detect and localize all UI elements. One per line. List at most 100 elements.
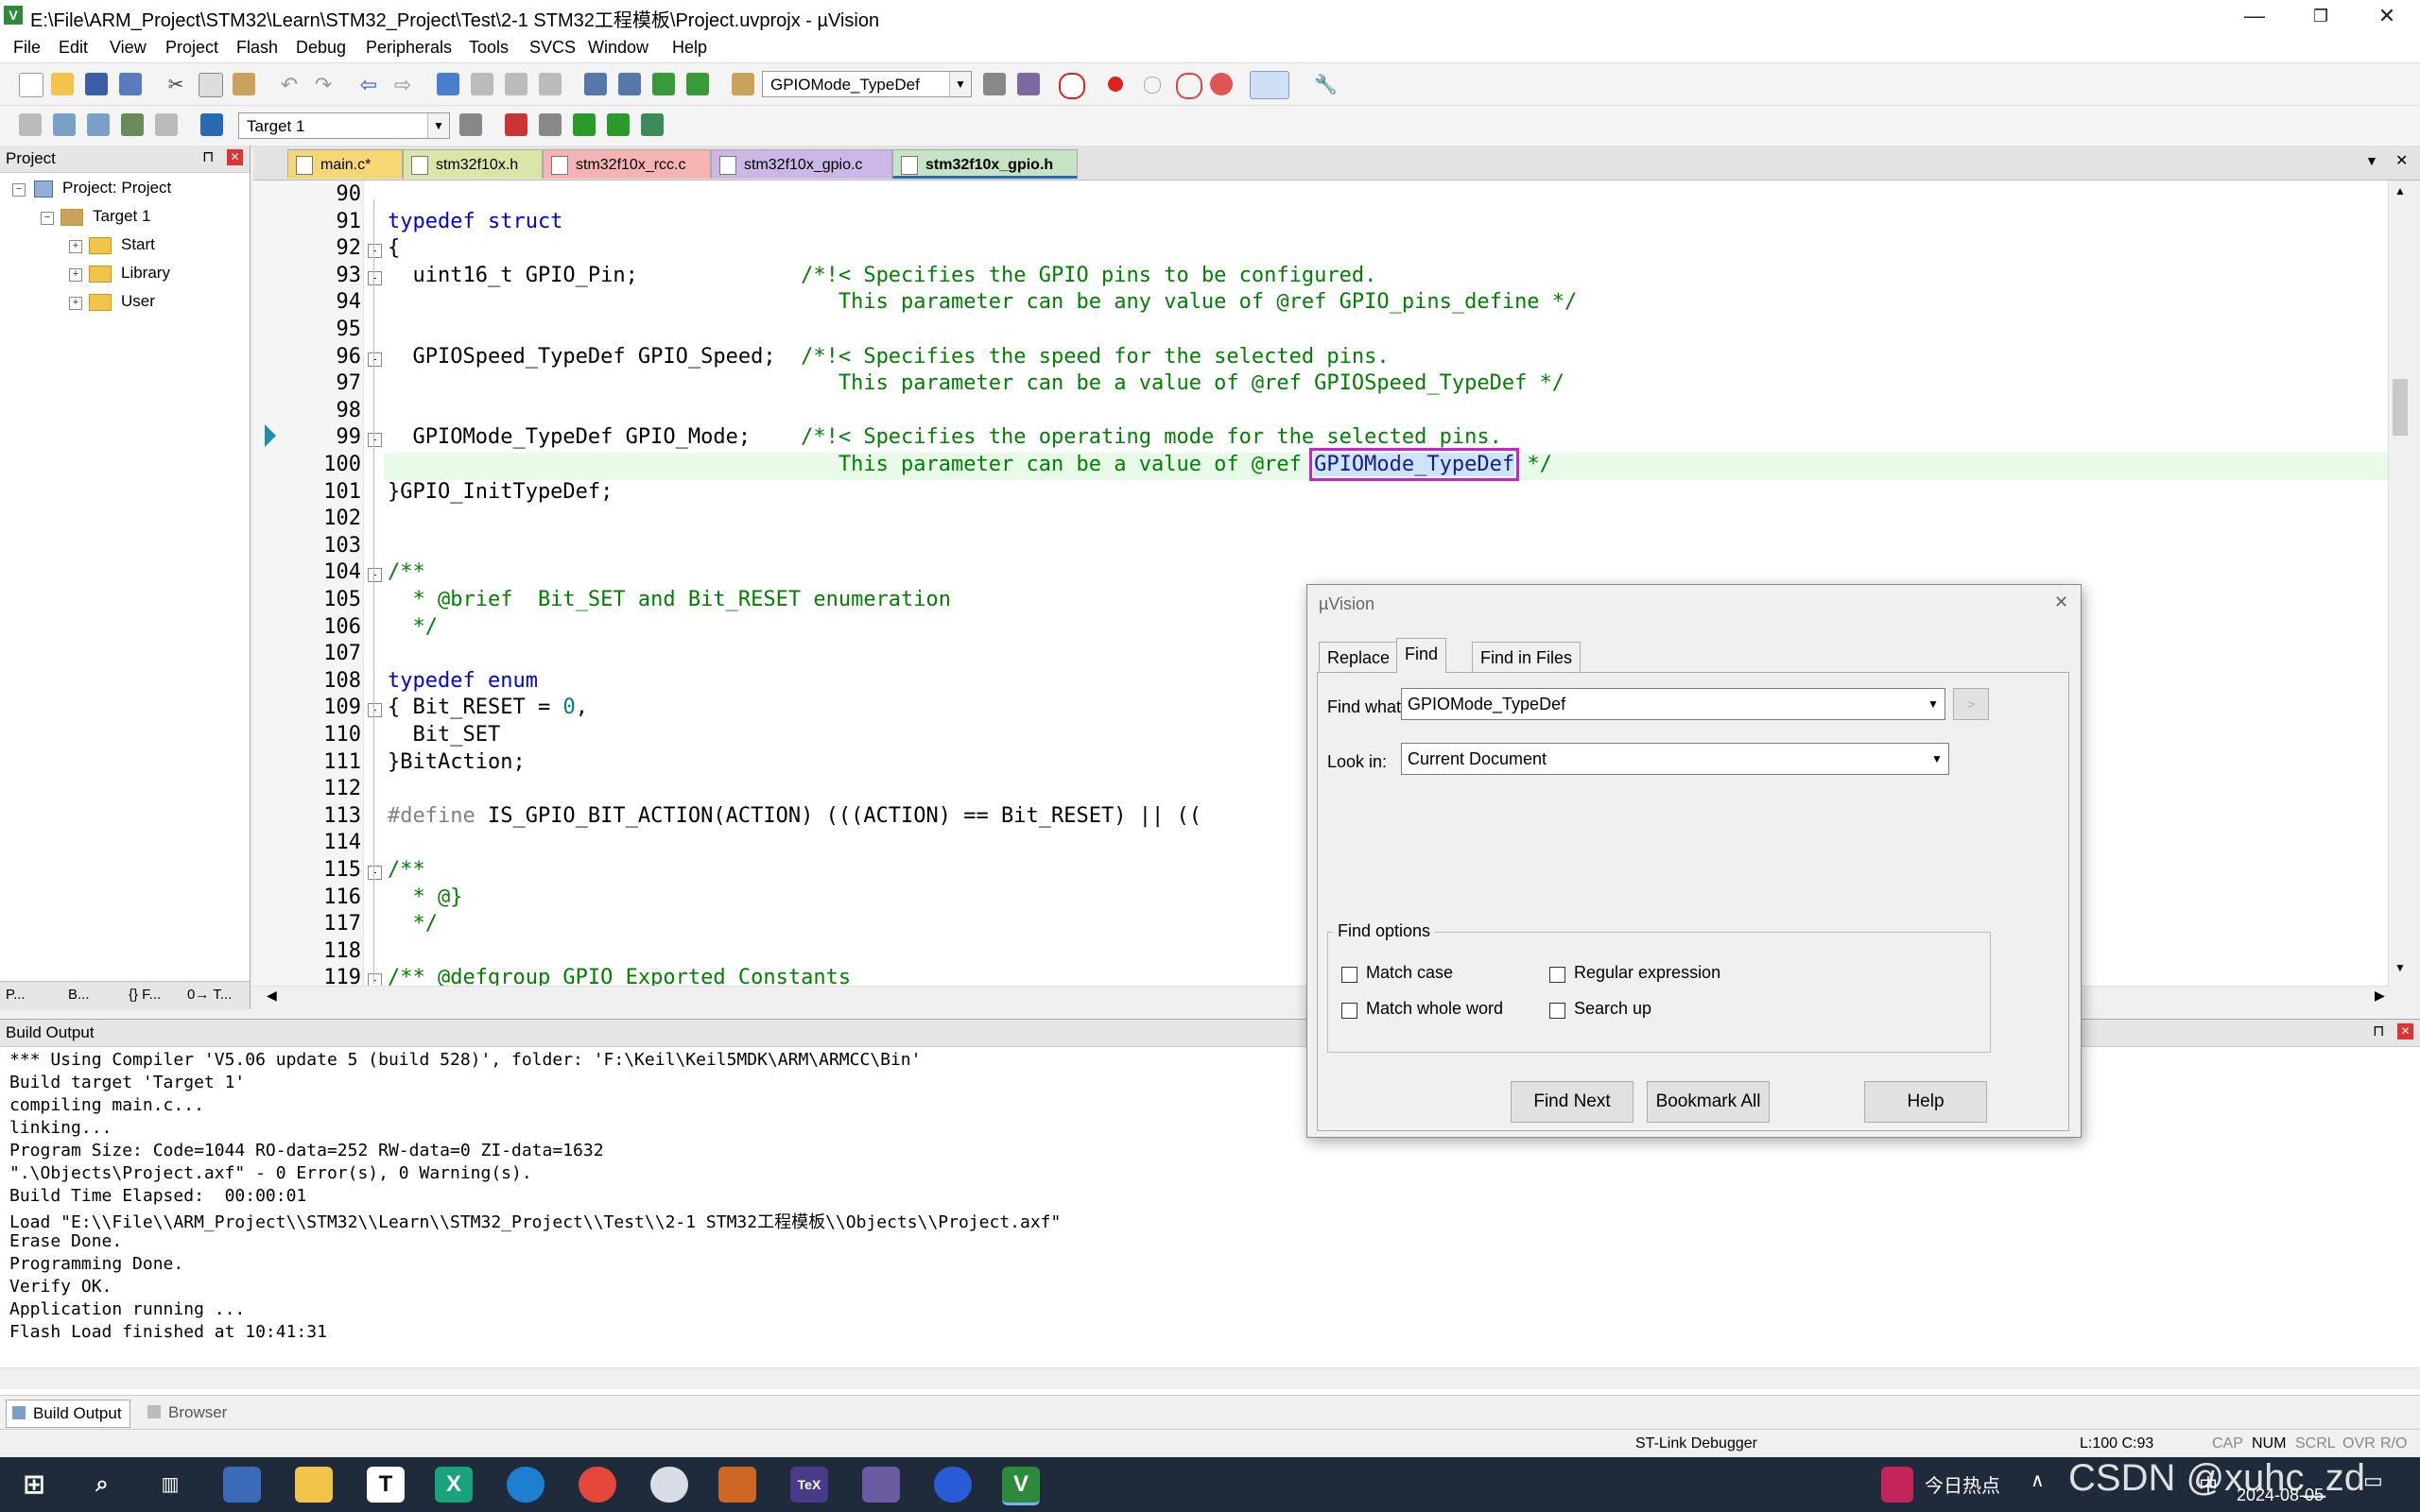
vertical-scrollbar[interactable]: ▲ ▼ bbox=[2388, 180, 2411, 986]
collapse-icon[interactable]: − bbox=[12, 183, 26, 197]
code-line[interactable]: This parameter can be any value of @ref … bbox=[388, 290, 1577, 314]
pin-icon[interactable]: ⊓ bbox=[202, 147, 214, 166]
hot-news-icon[interactable] bbox=[1881, 1467, 1913, 1503]
tab-stm32f10x-h[interactable]: stm32f10x.h bbox=[403, 149, 543, 179]
menu-help[interactable]: Help bbox=[672, 38, 707, 58]
code-line[interactable]: #define IS_GPIO_BIT_ACTION(ACTION) (((AC… bbox=[388, 804, 1201, 828]
tab-find[interactable]: Find bbox=[1396, 638, 1447, 673]
tab-replace[interactable]: Replace bbox=[1319, 642, 1399, 673]
find-combo[interactable]: GPIOMode_TypeDef ▼ bbox=[762, 71, 972, 97]
clear-bookmarks-icon[interactable] bbox=[539, 73, 562, 95]
prev-bookmark-icon[interactable] bbox=[471, 73, 493, 95]
scrollbar-thumb[interactable] bbox=[2393, 379, 2408, 436]
menu-debug[interactable]: Debug bbox=[296, 38, 346, 58]
find-what-input[interactable]: GPIOMode_TypeDef ▼ bbox=[1401, 688, 1945, 720]
chevron-left-icon[interactable]: ◀ bbox=[267, 988, 277, 1004]
find-next-button[interactable]: Find Next bbox=[1511, 1081, 1634, 1123]
target-combo[interactable]: Target 1 ▼ bbox=[238, 112, 450, 139]
find-in-files-icon[interactable] bbox=[732, 73, 754, 95]
tab-stm32f10x-gpio-h[interactable]: stm32f10x_gpio.h bbox=[892, 149, 1078, 179]
pin-icon[interactable]: ⊓ bbox=[2373, 1022, 2384, 1040]
code-line[interactable]: }GPIO_InitTypeDef; bbox=[388, 480, 613, 504]
tray-chevron-icon[interactable]: ∧ bbox=[2031, 1469, 2045, 1492]
edge-icon[interactable] bbox=[507, 1467, 544, 1503]
tab-main-c[interactable]: main.c* bbox=[287, 149, 403, 179]
help-button[interactable]: Help bbox=[1864, 1081, 1987, 1123]
nav-forward-icon[interactable]: ⇨ bbox=[391, 73, 414, 96]
copy-icon[interactable] bbox=[199, 73, 223, 97]
menu-peripherals[interactable]: Peripherals bbox=[366, 38, 452, 58]
menu-tools[interactable]: Tools bbox=[469, 38, 509, 58]
restore-button[interactable]: ❐ bbox=[2288, 0, 2354, 32]
find-icon[interactable] bbox=[983, 73, 1006, 95]
calculator-icon[interactable] bbox=[223, 1467, 261, 1503]
run-time-env-icon[interactable] bbox=[641, 113, 664, 136]
cloud-app-icon[interactable] bbox=[650, 1467, 688, 1503]
tree-group-user[interactable]: User bbox=[89, 292, 155, 311]
pdf-app-icon[interactable] bbox=[718, 1467, 756, 1503]
comment-icon[interactable] bbox=[652, 73, 675, 95]
nav-back-icon[interactable]: ⇦ bbox=[357, 73, 380, 96]
tab-books[interactable]: B... bbox=[68, 987, 90, 1003]
fold-toggle-icon[interactable]: - bbox=[368, 270, 382, 285]
code-line[interactable]: */ bbox=[388, 912, 438, 936]
code-line[interactable]: * @brief Bit_SET and Bit_RESET enumerati… bbox=[388, 588, 951, 611]
undo-icon[interactable]: ↶ bbox=[278, 73, 301, 96]
collapse-icon[interactable]: − bbox=[41, 212, 54, 225]
menu-edit[interactable]: Edit bbox=[59, 38, 88, 58]
tree-group-library[interactable]: Library bbox=[89, 264, 170, 283]
redo-icon[interactable]: ↷ bbox=[312, 73, 335, 96]
search-up-checkbox[interactable] bbox=[1549, 1003, 1565, 1019]
minimize-button[interactable]: — bbox=[2221, 0, 2288, 32]
menu-file[interactable]: File bbox=[13, 38, 41, 58]
fold-toggle-icon[interactable]: - bbox=[368, 866, 382, 880]
pack-installer-icon[interactable] bbox=[573, 113, 596, 136]
xmind-icon[interactable]: X bbox=[435, 1467, 473, 1503]
match-whole-word-label[interactable]: Match whole word bbox=[1366, 999, 1503, 1019]
bookmark-all-button[interactable]: Bookmark All bbox=[1647, 1081, 1770, 1123]
breakpoint-icon[interactable] bbox=[1108, 77, 1123, 92]
uncomment-icon[interactable] bbox=[686, 73, 709, 95]
keil-uvision-icon[interactable]: V bbox=[1002, 1467, 1040, 1505]
fold-toggle-icon[interactable]: - bbox=[368, 433, 382, 448]
cut-icon[interactable]: ✂ bbox=[164, 73, 187, 95]
build-icon[interactable] bbox=[53, 113, 76, 136]
tab-stm32f10x-gpio-c[interactable]: stm32f10x_gpio.c bbox=[711, 149, 892, 179]
paste-icon[interactable] bbox=[233, 73, 255, 95]
select-packs-icon[interactable] bbox=[607, 113, 630, 136]
code-line[interactable]: This parameter can be a value of @ref GP… bbox=[388, 448, 1552, 481]
close-icon[interactable]: ✕ bbox=[2397, 1023, 2413, 1040]
more-button[interactable]: > bbox=[1953, 688, 1989, 720]
chevron-down-icon[interactable]: ▼ bbox=[2394, 961, 2406, 974]
tab-find-in-files[interactable]: Find in Files bbox=[1472, 642, 1582, 673]
close-button[interactable]: ✕ bbox=[2354, 0, 2420, 32]
tab-project[interactable]: P... bbox=[6, 987, 26, 1003]
chevron-right-icon[interactable]: ▶ bbox=[2375, 988, 2385, 1004]
incremental-find-icon[interactable] bbox=[1017, 73, 1040, 95]
tab-build-output[interactable]: Build Output bbox=[6, 1400, 130, 1428]
tree-group-start[interactable]: Start bbox=[89, 235, 155, 254]
rebuild-icon[interactable] bbox=[87, 113, 110, 136]
build-horizontal-scrollbar[interactable] bbox=[0, 1367, 2420, 1389]
dialog-close-icon[interactable]: ✕ bbox=[2054, 593, 2068, 612]
menu-flash[interactable]: Flash bbox=[236, 38, 278, 58]
manage-project-icon[interactable] bbox=[505, 113, 527, 136]
tex-icon[interactable]: TeX bbox=[790, 1467, 828, 1503]
unindent-icon[interactable] bbox=[618, 73, 641, 95]
search-up-label[interactable]: Search up bbox=[1574, 999, 1651, 1019]
tabs-menu-icon[interactable]: ▼ bbox=[2365, 153, 2378, 168]
expand-icon[interactable]: + bbox=[69, 240, 82, 253]
code-line[interactable]: */ bbox=[388, 615, 438, 639]
save-all-icon[interactable] bbox=[119, 73, 142, 95]
notification-icon[interactable]: ▭ bbox=[2363, 1469, 2383, 1493]
indent-icon[interactable] bbox=[584, 73, 607, 95]
regular-expression-checkbox[interactable] bbox=[1549, 967, 1565, 983]
code-line[interactable]: { Bit_RESET = 0, bbox=[388, 696, 588, 719]
manage-components-icon[interactable] bbox=[539, 113, 562, 136]
open-file-icon[interactable] bbox=[51, 73, 74, 95]
save-icon[interactable] bbox=[85, 73, 108, 95]
translate-icon[interactable] bbox=[19, 113, 42, 136]
code-line[interactable]: Bit_SET bbox=[388, 723, 500, 747]
code-line[interactable]: typedef enum bbox=[388, 669, 538, 693]
chevron-up-icon[interactable]: ▲ bbox=[2394, 184, 2406, 198]
